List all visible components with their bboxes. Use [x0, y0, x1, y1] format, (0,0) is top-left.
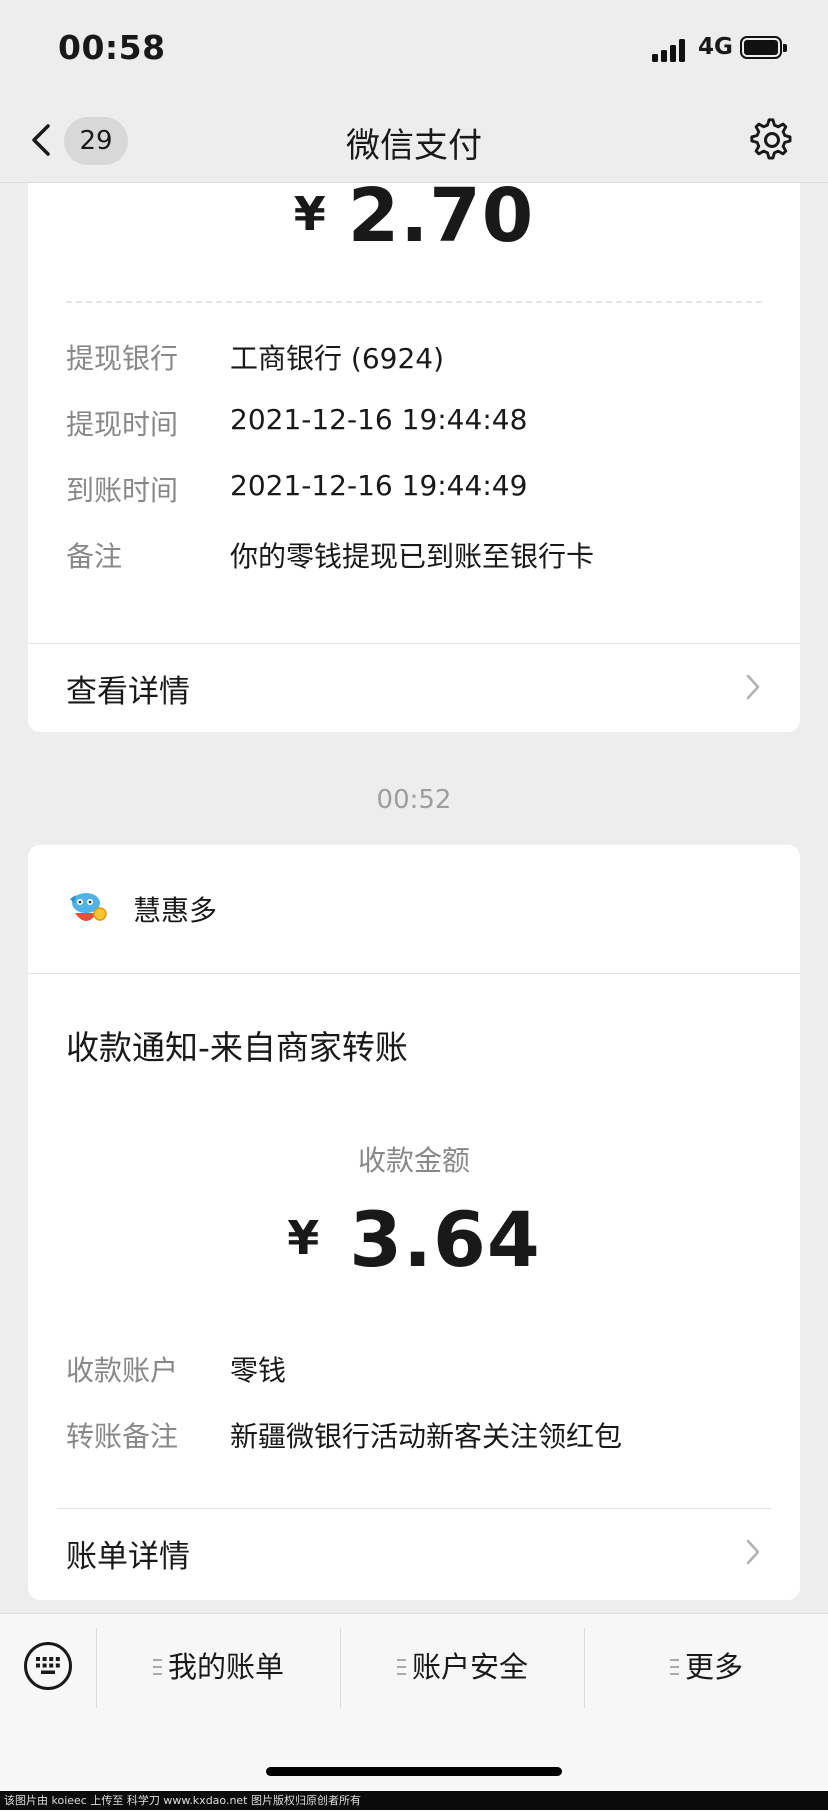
- withdraw-notice-card: ¥2.70 提现银行 工商银行 (6924) 提现时间 2021-12-16 1…: [28, 183, 800, 732]
- message-list[interactable]: ¥2.70 提现银行 工商银行 (6924) 提现时间 2021-12-16 1…: [0, 183, 828, 1613]
- keyboard-icon: [36, 1657, 60, 1674]
- menu-account-security[interactable]: 账户安全: [341, 1644, 584, 1688]
- merchant-avatar: [70, 893, 107, 921]
- row-label: 备注: [66, 540, 123, 573]
- status-bar: 00:58 4G: [0, 0, 828, 100]
- detail-row: 备注 你的零钱提现已到账至银行卡: [66, 535, 766, 575]
- row-value: 2021-12-16 19:44:48: [230, 403, 528, 436]
- receipt-amount: ¥3.64: [28, 1195, 800, 1284]
- withdraw-amount: ¥2.70: [28, 183, 800, 259]
- detail-row: 收款账户 零钱: [66, 1349, 766, 1389]
- view-details-label: 查看详情: [66, 674, 190, 710]
- network-type: 4G: [698, 34, 733, 60]
- menu-lines-icon: [152, 1659, 162, 1675]
- menu-lines-icon: [396, 1659, 406, 1675]
- row-value: 2021-12-16 19:44:49: [230, 469, 528, 502]
- gear-icon: [750, 118, 792, 160]
- bill-details-link[interactable]: 账单详情: [28, 1509, 800, 1595]
- chevron-right-icon: [746, 674, 760, 700]
- row-label: 提现时间: [66, 408, 179, 441]
- bottom-menu-bar: 我的账单 账户安全 更多: [0, 1613, 828, 1811]
- menu-more[interactable]: 更多: [585, 1644, 828, 1688]
- detail-row: 提现银行 工商银行 (6924): [66, 337, 766, 377]
- watermark-text: 该图片由 koieec 上传至 科学刀 www.kxdao.net 图片版权归原…: [0, 1791, 828, 1810]
- menu-lines-icon: [669, 1659, 679, 1675]
- message-timestamp: 00:52: [376, 785, 452, 815]
- detail-row: 提现时间 2021-12-16 19:44:48: [66, 403, 766, 443]
- menu-label: 我的账单: [167, 1650, 284, 1684]
- nav-bar: 29 微信支付: [0, 100, 828, 183]
- detail-row: 到账时间 2021-12-16 19:44:49: [66, 469, 766, 509]
- row-value: 新疆微银行活动新客关注领红包: [230, 1420, 623, 1453]
- amount-value: 2.70: [347, 183, 535, 259]
- amount-value: 3.64: [349, 1195, 541, 1284]
- row-value: 工商银行 (6924): [230, 342, 445, 375]
- receipt-notice-card: 慧惠多 收款通知-来自商家转账 收款金额 ¥3.64 收款账户 零钱 转账备注 …: [28, 845, 800, 1600]
- battery-icon: [740, 36, 788, 61]
- page-title: 微信支付: [346, 126, 482, 166]
- settings-button[interactable]: [750, 118, 794, 162]
- chevron-right-icon: [746, 1539, 760, 1565]
- row-label: 提现银行: [66, 342, 179, 375]
- dashed-divider: [66, 301, 762, 303]
- row-label: 到账时间: [66, 474, 179, 507]
- currency-symbol: ¥: [287, 1211, 320, 1265]
- merchant-name: 慧惠多: [133, 894, 218, 927]
- notice-title: 收款通知-来自商家转账: [66, 1028, 408, 1067]
- row-label: 收款账户: [66, 1354, 179, 1387]
- signal-icon: [652, 38, 692, 62]
- row-value: 零钱: [230, 1354, 287, 1387]
- menu-label: 更多: [684, 1650, 743, 1684]
- detail-row: 转账备注 新疆微银行活动新客关注领红包: [66, 1415, 766, 1455]
- status-time: 00:58: [58, 28, 166, 67]
- row-label: 转账备注: [66, 1420, 179, 1453]
- menu-label: 账户安全: [411, 1650, 528, 1684]
- view-details-link[interactable]: 查看详情: [28, 644, 800, 730]
- home-indicator[interactable]: [266, 1767, 562, 1776]
- menu-my-bills[interactable]: 我的账单: [97, 1644, 340, 1688]
- bill-details-label: 账单详情: [66, 1539, 190, 1575]
- amount-label: 收款金额: [357, 1144, 470, 1177]
- merchant-header[interactable]: 慧惠多: [28, 845, 800, 974]
- currency-symbol: ¥: [293, 187, 326, 241]
- row-value: 你的零钱提现已到账至银行卡: [230, 540, 595, 573]
- keyboard-toggle-button[interactable]: [24, 1642, 72, 1690]
